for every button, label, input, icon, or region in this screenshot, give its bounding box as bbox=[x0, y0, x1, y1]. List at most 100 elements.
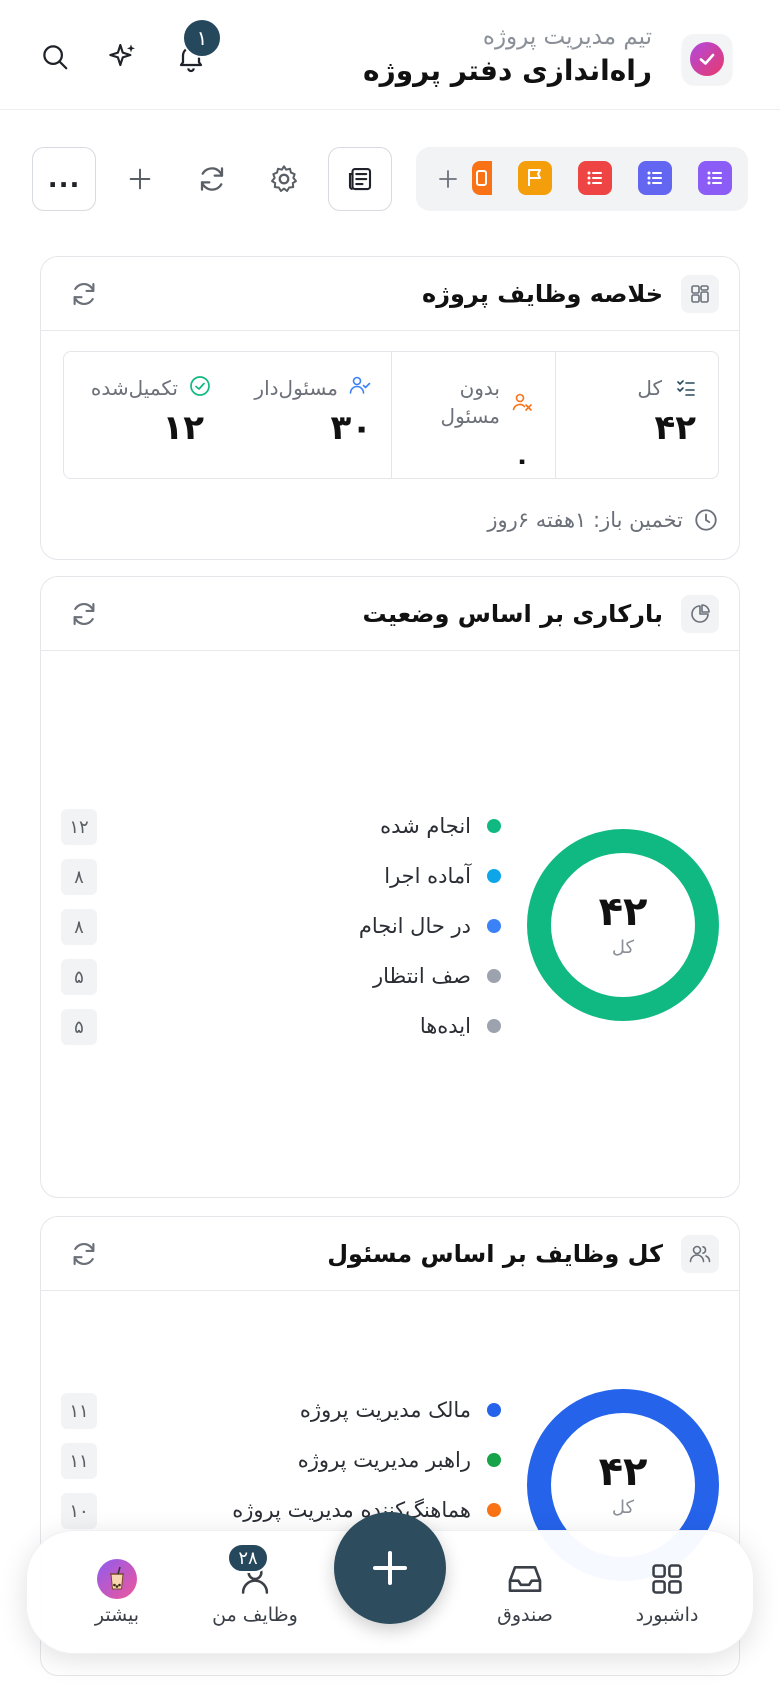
nav-inbox[interactable]: صندوق bbox=[465, 1557, 585, 1637]
workspace-logo[interactable] bbox=[682, 34, 732, 84]
refresh-icon bbox=[73, 1242, 95, 1266]
team-name: تیم مدیریت پروژه bbox=[482, 24, 652, 50]
project-title: راه‌اندازی دفتر پروژه bbox=[363, 54, 652, 87]
status-refresh-button[interactable] bbox=[65, 595, 103, 633]
legend-count: ۱۱ bbox=[61, 1443, 97, 1479]
refresh-button[interactable] bbox=[180, 147, 244, 211]
legend-dot bbox=[487, 1019, 501, 1033]
legend-dot bbox=[487, 1503, 501, 1517]
assignee-total: ۴۲ bbox=[598, 1449, 648, 1495]
view-list-2[interactable] bbox=[638, 161, 672, 195]
legend-label: آماده اجرا bbox=[384, 864, 471, 888]
legend-item[interactable]: آماده اجرا bbox=[384, 859, 501, 893]
legend-count: ۱۱ bbox=[61, 1393, 97, 1429]
bubble-tea-icon bbox=[110, 1566, 124, 1590]
summary-card-header: خلاصه وظایف پروژه bbox=[41, 257, 739, 331]
legend-item[interactable]: مالک مدیریت پروژه bbox=[300, 1393, 501, 1427]
legend-item[interactable]: راهبر مدیریت پروژه bbox=[298, 1443, 501, 1477]
nav-my-tasks-label: وظایف من bbox=[212, 1604, 298, 1626]
list-icon bbox=[647, 171, 662, 185]
status-donut-center: ۴۲ کل bbox=[527, 829, 719, 1021]
gear-icon bbox=[271, 165, 297, 192]
legend-label: مالک مدیریت پروژه bbox=[299, 1398, 471, 1422]
list-icon bbox=[707, 171, 722, 185]
legend-item[interactable]: در حال انجام bbox=[359, 909, 501, 943]
legend-dot bbox=[487, 1403, 501, 1417]
legend-label: هماهنگ‌کننده مدیریت پروژه bbox=[232, 1498, 471, 1522]
newspaper-icon bbox=[348, 167, 372, 191]
nav-more[interactable]: بیشتر bbox=[57, 1557, 177, 1637]
legend-item[interactable]: صف انتظار bbox=[373, 959, 501, 993]
refresh-icon bbox=[73, 282, 95, 306]
summary-card: خلاصه وظایف پروژه کل ۴۲ بدون مسئول ۰ مسئ… bbox=[40, 256, 740, 560]
flag-icon bbox=[528, 169, 541, 186]
assignee-total-caption: کل bbox=[611, 1497, 635, 1518]
view-list-3[interactable] bbox=[578, 161, 612, 195]
create-task-button[interactable] bbox=[334, 1512, 446, 1624]
plus-icon bbox=[373, 1551, 407, 1585]
status-total-caption: کل bbox=[611, 937, 635, 958]
check-circle-icon bbox=[188, 374, 212, 398]
search-button[interactable] bbox=[30, 32, 80, 82]
check-icon bbox=[690, 42, 724, 76]
nav-my-tasks[interactable]: ۲۸ وظایف من bbox=[195, 1543, 315, 1637]
notes-button[interactable] bbox=[328, 147, 392, 211]
legend-count: ۸ bbox=[61, 909, 97, 945]
view-toolbar: ... bbox=[32, 147, 748, 211]
legend-count: ۵ bbox=[61, 1009, 97, 1045]
view-partial[interactable] bbox=[472, 161, 492, 195]
settings-button[interactable] bbox=[252, 147, 316, 211]
legend-dot bbox=[487, 969, 501, 983]
summary-title: خلاصه وظایف پروژه bbox=[422, 280, 663, 308]
users-icon bbox=[681, 1235, 719, 1273]
nav-more-label: بیشتر bbox=[94, 1604, 140, 1626]
refresh-icon bbox=[73, 602, 95, 626]
unassigned-label: بدون مسئول bbox=[440, 376, 500, 428]
assignee-refresh-button[interactable] bbox=[65, 1235, 103, 1273]
legend-count: ۸ bbox=[61, 859, 97, 895]
plus-icon bbox=[129, 168, 151, 190]
legend-count: ۵ bbox=[61, 959, 97, 995]
add-view-button[interactable] bbox=[430, 159, 466, 199]
add-widget-button[interactable] bbox=[108, 147, 172, 211]
inbox-icon bbox=[508, 1566, 542, 1592]
ai-assistant-button[interactable] bbox=[98, 32, 148, 82]
plus-icon bbox=[439, 170, 457, 188]
notifications-button[interactable]: ۱ bbox=[166, 18, 222, 82]
legend-dot bbox=[487, 919, 501, 933]
my-tasks-count-badge: ۲۸ bbox=[227, 1543, 269, 1573]
dashboard-grid-icon bbox=[652, 1564, 682, 1594]
stat-divider bbox=[554, 352, 556, 478]
user-x-icon bbox=[510, 390, 534, 414]
app-header: تیم مدیریت پروژه راه‌اندازی دفتر پروژه ۱ bbox=[0, 0, 780, 110]
assignee-card-header: کل وظایف بر اساس مسئول bbox=[41, 1217, 739, 1291]
legend-dot bbox=[487, 1453, 501, 1467]
legend-label: انجام شده bbox=[380, 814, 471, 838]
summary-refresh-button[interactable] bbox=[65, 275, 103, 313]
checklist-icon bbox=[674, 376, 698, 400]
assigned-value: ۳۰ bbox=[330, 408, 372, 448]
legend-item[interactable]: ایده‌ها bbox=[420, 1009, 501, 1043]
completed-label: تکمیل‌شده bbox=[90, 376, 178, 400]
more-options-button[interactable]: ... bbox=[32, 147, 96, 211]
clock-icon bbox=[695, 509, 717, 531]
legend-label: در حال انجام bbox=[358, 914, 471, 938]
status-card-header: بارکاری بر اساس وضعیت bbox=[41, 577, 739, 651]
total-value: ۴۲ bbox=[654, 408, 696, 448]
status-workload-card: بارکاری بر اساس وضعیت ۴۲ کل انجام شده ۱۲… bbox=[40, 576, 740, 1198]
legend-dot bbox=[487, 869, 501, 883]
project-titles[interactable]: تیم مدیریت پروژه راه‌اندازی دفتر پروژه bbox=[363, 22, 652, 90]
summary-stats: کل ۴۲ بدون مسئول ۰ مسئول‌دار ۳۰ تکمیل‌شد… bbox=[63, 351, 719, 479]
legend-dot bbox=[487, 819, 501, 833]
search-icon bbox=[43, 45, 68, 70]
completed-value: ۱۲ bbox=[162, 408, 204, 448]
nav-inbox-label: صندوق bbox=[497, 1604, 553, 1626]
view-list-1[interactable] bbox=[698, 161, 732, 195]
status-total: ۴۲ bbox=[598, 889, 648, 935]
more-dots-label: ... bbox=[47, 164, 81, 194]
document-icon bbox=[476, 170, 487, 186]
view-flag[interactable] bbox=[518, 161, 552, 195]
nav-dashboard[interactable]: داشبورد bbox=[607, 1557, 727, 1637]
legend-item[interactable]: انجام شده bbox=[380, 809, 501, 843]
legend-label: صف انتظار bbox=[372, 964, 471, 988]
